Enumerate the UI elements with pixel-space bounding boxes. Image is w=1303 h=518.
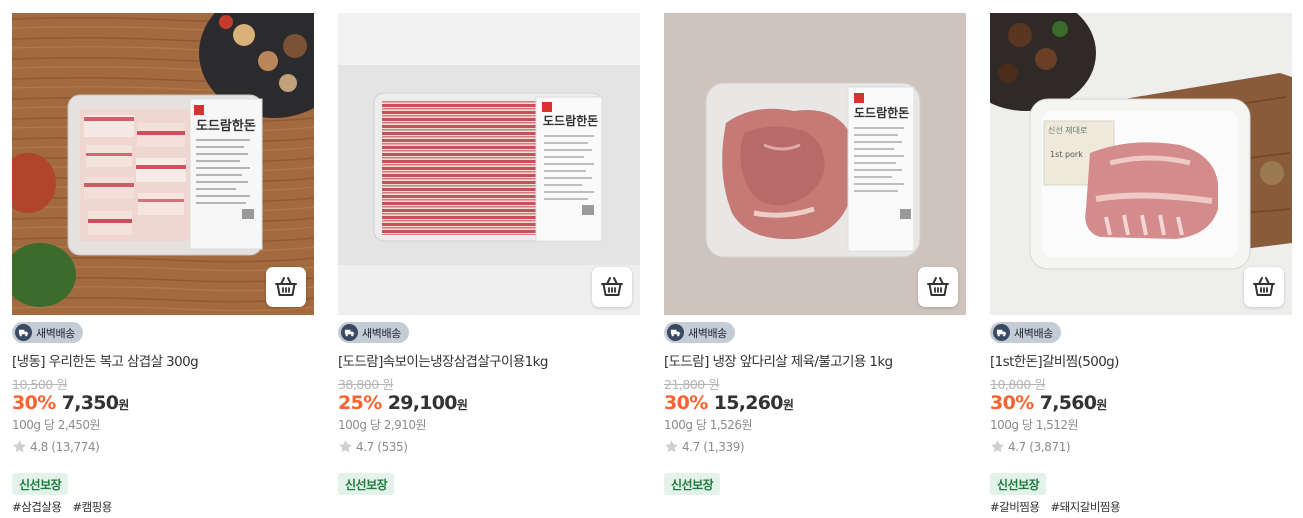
package-label: 1st pork <box>1050 150 1083 159</box>
price-row: 30% 7,350 원 <box>12 392 129 414</box>
currency-unit: 원 <box>1096 398 1108 412</box>
add-to-cart-button[interactable] <box>592 267 632 307</box>
currency-unit: 원 <box>782 398 794 412</box>
rating-text: 4.7 (1,339) <box>682 439 745 454</box>
add-to-cart-button[interactable] <box>266 267 306 307</box>
tag-list: #갈비찜용 #돼지갈비찜용 <box>990 499 1131 515</box>
unit-price: 100g 당 2,450원 <box>12 418 101 432</box>
rating-text: 4.7 (3,871) <box>1008 439 1071 454</box>
package-label: 도드람한돈 <box>196 118 256 134</box>
price-row: 30% 7,560 원 <box>990 392 1107 414</box>
product-image[interactable]: 도드람한돈 <box>12 13 314 315</box>
delivery-label: 새벽배송 <box>688 326 727 340</box>
product-title[interactable]: [1st한돈]갈비찜(500g) <box>990 350 1292 370</box>
price-row: 30% 15,260 원 <box>664 392 794 414</box>
truck-icon <box>667 324 684 341</box>
package-label: 도드람한돈 <box>854 105 909 120</box>
add-to-cart-button[interactable] <box>1244 267 1284 307</box>
delivery-badge: 새벽배송 <box>338 322 409 343</box>
product-title[interactable]: [도드람] 냉장 앞다리살 제육/불고기용 1kg <box>664 350 966 370</box>
original-price: 10,500 원 <box>12 377 68 392</box>
svg-text:신선 제대로: 신선 제대로 <box>1048 126 1087 135</box>
basket-icon <box>272 273 300 301</box>
delivery-badge: 새벽배송 <box>12 322 83 343</box>
truck-icon <box>993 324 1010 341</box>
tag[interactable]: #삼겹살용 <box>12 499 62 515</box>
star-icon <box>664 439 679 454</box>
tag[interactable]: #캠핑용 <box>72 499 112 515</box>
original-price: 21,800 원 <box>664 377 720 392</box>
fresh-guarantee-badge: 신선보장 <box>12 473 69 495</box>
package-label: 도드람한돈 <box>543 113 598 128</box>
unit-price: 100g 당 1,512원 <box>990 418 1079 432</box>
discount-rate: 30% <box>664 392 708 414</box>
product-card[interactable]: 신선 제대로 1st pork 새벽배송 [1st한돈]갈비찜(500g) 10… <box>990 13 1292 514</box>
delivery-label: 새벽배송 <box>36 326 75 340</box>
truck-icon <box>15 324 32 341</box>
product-card[interactable]: 도드람한돈 새벽배송 [냉동] 우리한돈 복고 삼겹살 300g 10,500 … <box>12 13 314 514</box>
product-image[interactable]: 신선 제대로 1st pork <box>990 13 1292 315</box>
tag-list: #삼겹살용 #캠핑용 <box>12 499 123 515</box>
unit-price: 100g 당 1,526원 <box>664 418 753 432</box>
product-card[interactable]: 도드람한돈 새벽배송 [도드람] 냉장 앞다리살 제육/불고기용 1kg 21,… <box>664 13 966 495</box>
basket-icon <box>1250 273 1278 301</box>
delivery-label: 새벽배송 <box>1014 326 1053 340</box>
original-price: 38,800 원 <box>338 377 394 392</box>
rating: 4.7 (1,339) <box>664 439 745 454</box>
star-icon <box>12 439 27 454</box>
basket-icon <box>924 273 952 301</box>
fresh-guarantee-badge: 신선보장 <box>990 473 1047 495</box>
discount-rate: 30% <box>12 392 56 414</box>
product-image[interactable]: 도드람한돈 <box>338 13 640 315</box>
product-image[interactable]: 도드람한돈 <box>664 13 966 315</box>
rating: 4.7 (535) <box>338 439 408 454</box>
tag[interactable]: #갈비찜용 <box>990 499 1040 515</box>
sale-price: 7,560 <box>1039 392 1097 414</box>
original-price: 10,800 원 <box>990 377 1046 392</box>
rating: 4.7 (3,871) <box>990 439 1071 454</box>
delivery-label: 새벽배송 <box>362 326 401 340</box>
star-icon <box>338 439 353 454</box>
currency-unit: 원 <box>456 398 468 412</box>
product-title[interactable]: [도드람]속보이는냉장삼겹살구이용1kg <box>338 350 640 370</box>
star-icon <box>990 439 1005 454</box>
sale-price: 15,260 <box>713 392 784 414</box>
delivery-badge: 새벽배송 <box>990 322 1061 343</box>
price-row: 25% 29,100 원 <box>338 392 468 414</box>
discount-rate: 30% <box>990 392 1034 414</box>
rating: 4.8 (13,774) <box>12 439 100 454</box>
truck-icon <box>341 324 358 341</box>
tag[interactable]: #돼지갈비찜용 <box>1050 499 1120 515</box>
sale-price: 7,350 <box>61 392 119 414</box>
fresh-guarantee-badge: 신선보장 <box>664 473 721 495</box>
rating-text: 4.7 (535) <box>356 439 408 454</box>
delivery-badge: 새벽배송 <box>664 322 735 343</box>
product-card[interactable]: 도드람한돈 새벽배송 [도드람]속보이는냉장삼겹살구이용1kg 38,800 원… <box>338 13 640 495</box>
rating-text: 4.8 (13,774) <box>30 439 100 454</box>
product-title[interactable]: [냉동] 우리한돈 복고 삼겹살 300g <box>12 350 314 370</box>
sale-price: 29,100 <box>387 392 458 414</box>
discount-rate: 25% <box>338 392 382 414</box>
unit-price: 100g 당 2,910원 <box>338 418 427 432</box>
fresh-guarantee-badge: 신선보장 <box>338 473 395 495</box>
basket-icon <box>598 273 626 301</box>
currency-unit: 원 <box>118 398 130 412</box>
add-to-cart-button[interactable] <box>918 267 958 307</box>
